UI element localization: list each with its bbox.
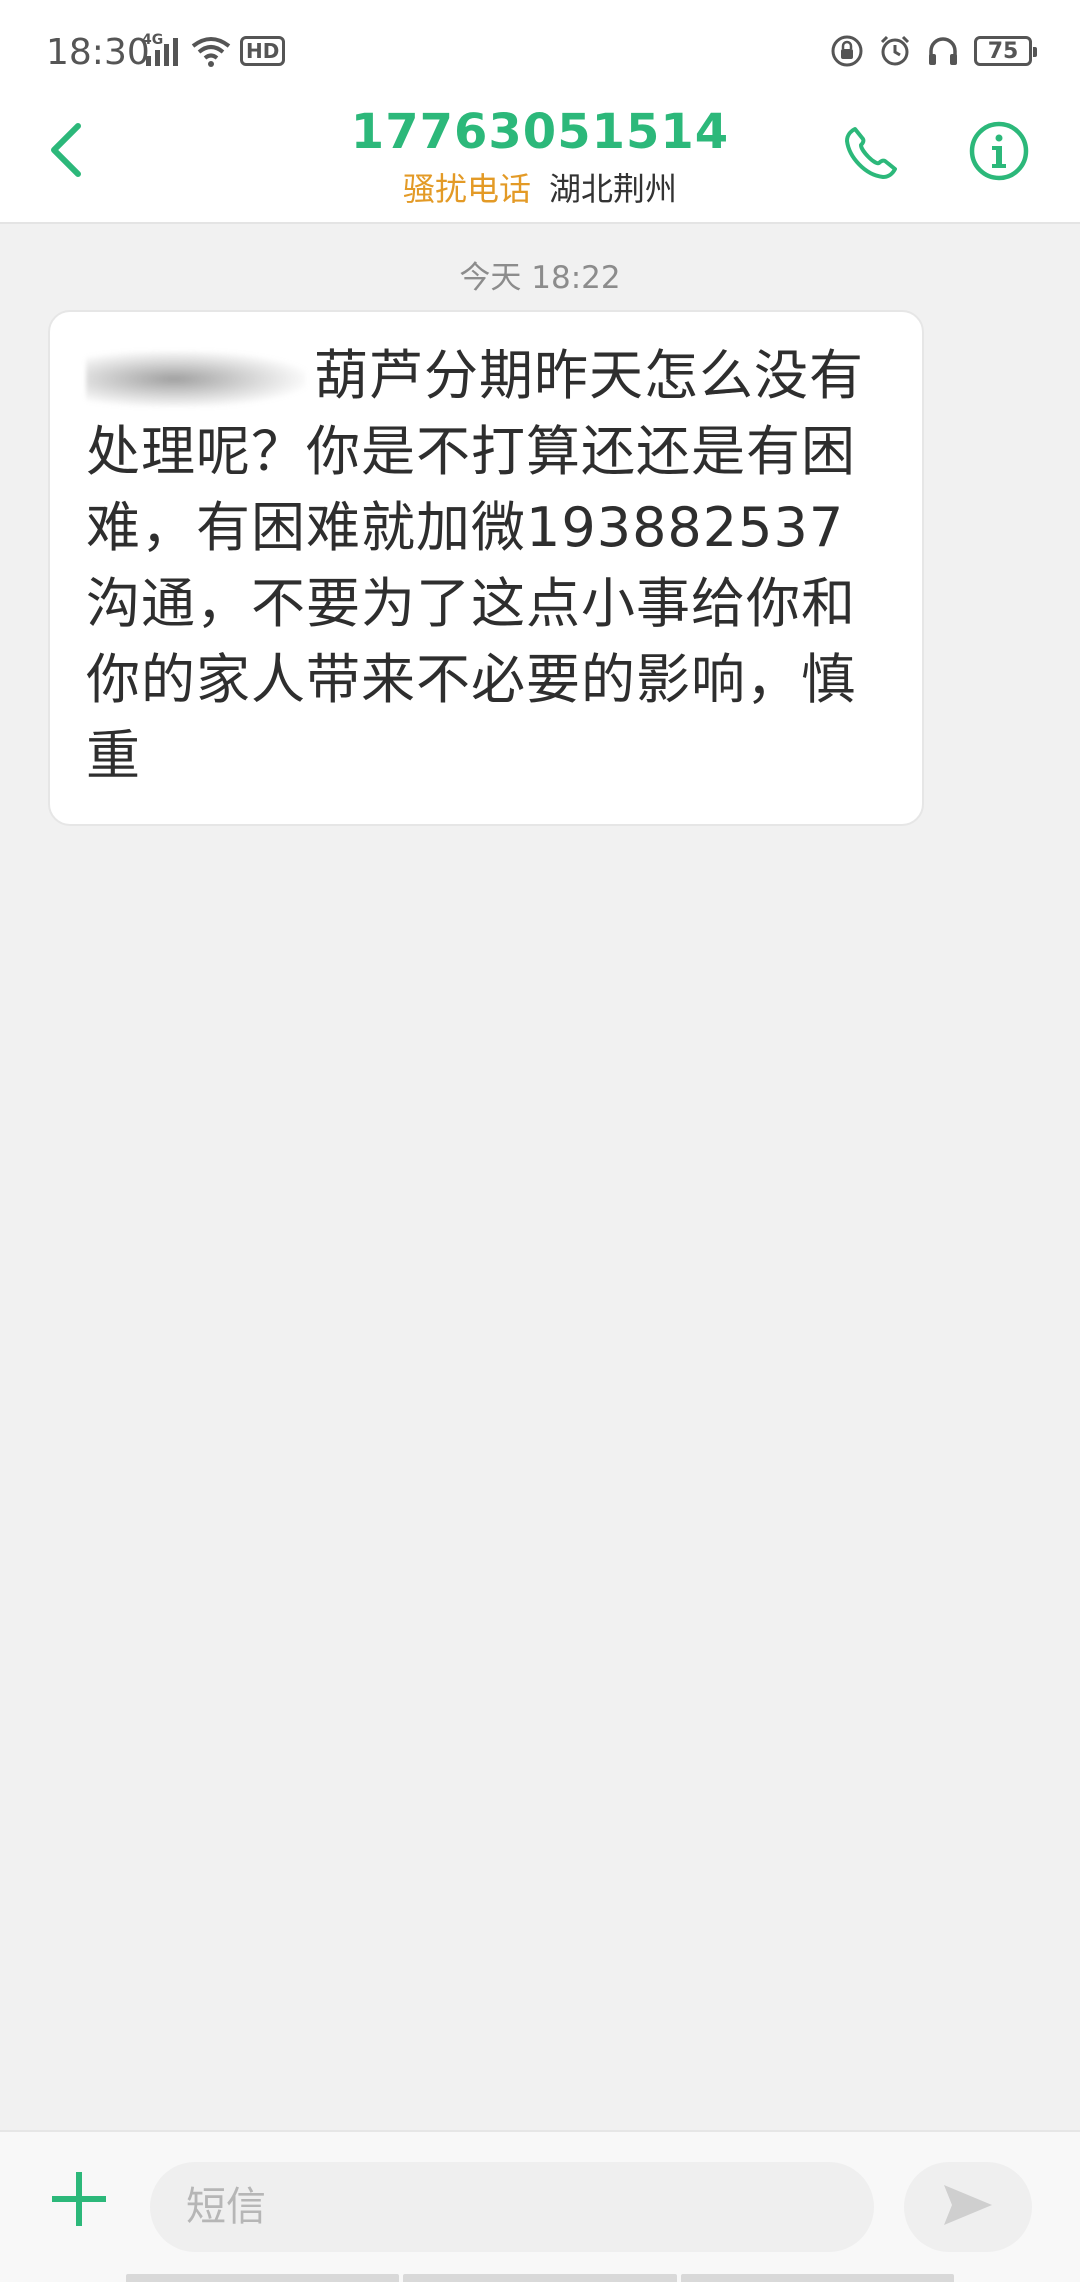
status-left-icons: 4G HD xyxy=(142,32,286,68)
send-button[interactable] xyxy=(904,2162,1032,2252)
compose-bar xyxy=(0,2130,1080,2282)
contact-location: 湖北荆州 xyxy=(549,170,678,208)
add-attachment-button[interactable] xyxy=(44,2166,114,2236)
redacted-sender-name xyxy=(86,351,306,408)
phone-icon xyxy=(841,123,901,187)
battery-icon: 75 xyxy=(974,36,1037,66)
info-icon xyxy=(968,120,1030,186)
message-text-container: 葫芦分期昨天怎么没有处理呢？你是不打算还还是有困难，有困难就加微19388253… xyxy=(86,338,888,794)
status-right-icons: 75 xyxy=(830,34,1037,68)
status-bar: 18:30 4G HD 75 xyxy=(0,0,1080,100)
signal-icon: 4G xyxy=(142,32,182,68)
sms-input[interactable] xyxy=(150,2162,874,2252)
call-button[interactable] xyxy=(836,120,906,190)
contact-number: 17763051514 xyxy=(350,104,730,160)
lock-rotation-icon xyxy=(830,34,864,68)
contact-subtitle: 骚扰电话 湖北荆州 xyxy=(0,164,1080,210)
headphones-icon xyxy=(926,34,960,68)
hd-icon: HD xyxy=(240,36,286,66)
message-timestamp: 今天 18:22 xyxy=(459,260,621,296)
alarm-icon xyxy=(878,34,912,68)
status-time: 18:30 xyxy=(46,32,150,73)
send-icon xyxy=(942,2183,994,2231)
contact-info-button[interactable] xyxy=(966,120,1032,186)
conversation-header: 17763051514 骚扰电话 湖北荆州 xyxy=(0,100,1080,224)
plus-icon xyxy=(50,2170,108,2232)
hint-segment xyxy=(680,2274,954,2282)
hint-segment xyxy=(403,2274,677,2282)
incoming-message-bubble[interactable]: 葫芦分期昨天怎么没有处理呢？你是不打算还还是有困难，有困难就加微19388253… xyxy=(48,310,924,826)
spam-tag: 骚扰电话 xyxy=(402,170,531,208)
hint-segment xyxy=(126,2274,400,2282)
message-text: 葫芦分期昨天怎么没有处理呢？你是不打算还还是有困难，有困难就加微19388253… xyxy=(86,344,864,787)
message-list[interactable]: 今天 18:22 葫芦分期昨天怎么没有处理呢？你是不打算还还是有困难，有困难就加… xyxy=(0,224,1080,2130)
wifi-icon xyxy=(190,34,232,68)
keyboard-hint-bar xyxy=(126,2274,954,2282)
